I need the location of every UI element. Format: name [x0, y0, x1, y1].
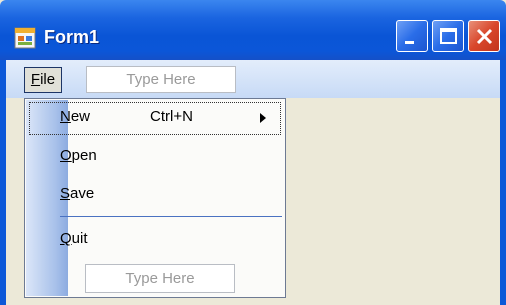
menu-item-save-accel: S — [60, 185, 71, 202]
maximize-icon — [440, 28, 457, 44]
title-bar[interactable]: Form1 — [0, 0, 506, 60]
menu-file-rest: ile — [40, 71, 56, 88]
window-frame-right — [500, 60, 506, 305]
menu-item-new-shortcut: Ctrl+N — [150, 108, 193, 125]
menu-item-quit[interactable]: Quit — [60, 230, 88, 247]
app-icon — [14, 27, 36, 49]
menu-type-here[interactable]: Type Here — [86, 66, 236, 93]
menu-item-quit-rest: uit — [71, 230, 88, 247]
menu-item-new-rest: ew — [70, 108, 91, 125]
menu-file-accel: F — [30, 71, 41, 88]
dropdown-type-here[interactable]: Type Here — [85, 264, 235, 293]
menu-item-open-rest: pen — [71, 147, 97, 164]
minimize-icon — [405, 41, 414, 44]
menu-strip — [6, 60, 500, 98]
minimize-button[interactable] — [396, 20, 428, 52]
menu-file[interactable]: File — [24, 67, 62, 93]
menu-item-save[interactable]: Save — [60, 185, 94, 202]
menu-item-save-rest: ave — [70, 185, 95, 202]
menu-item-new-accel: N — [60, 108, 71, 125]
menu-separator — [60, 216, 282, 217]
form-window: Form1 File Type Here New Ctrl+N Open Sav… — [0, 0, 506, 305]
window-title: Form1 — [44, 27, 100, 47]
maximize-button[interactable] — [432, 20, 464, 52]
submenu-arrow-icon — [260, 113, 266, 123]
menu-item-open-accel: O — [60, 147, 72, 164]
menu-item-open[interactable]: Open — [60, 147, 97, 164]
close-icon — [476, 28, 493, 45]
menu-item-quit-accel: Q — [60, 230, 72, 247]
menu-item-new[interactable]: New — [60, 108, 90, 125]
close-button[interactable] — [468, 20, 500, 52]
